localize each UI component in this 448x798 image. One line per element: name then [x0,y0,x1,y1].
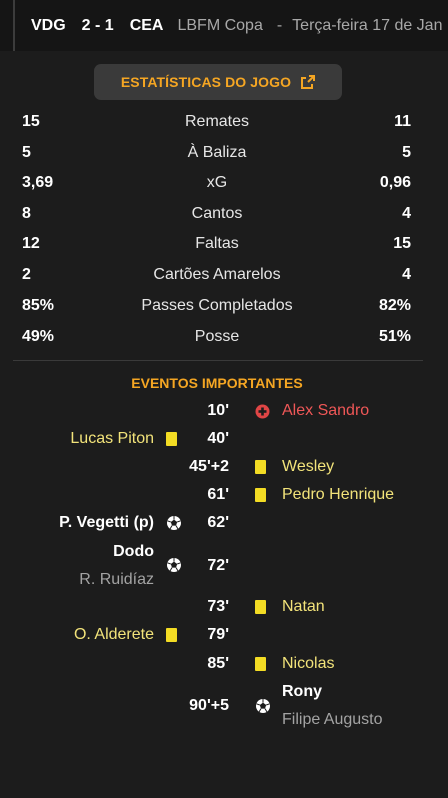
stat-row-possession: 49% Posse 51% [0,326,448,348]
event-player[interactable]: Alex Sandro [282,401,369,421]
event-player[interactable]: P. Vegetti (p) [59,513,154,533]
event-minute: 85' [207,655,229,672]
stat-away-value: 15 [393,235,411,252]
yellow-card-icon [166,432,177,446]
event-player[interactable]: Nicolas [282,654,334,674]
stat-row-on-target: 5 À Baliza 5 [0,142,448,164]
yellow-card-icon [255,657,266,671]
stat-away-value: 4 [402,205,411,222]
event-minute: 73' [207,598,229,615]
competition-name[interactable]: LBFM Copa [177,17,262,34]
event-player[interactable]: O. Alderete [74,625,154,645]
ball-icon [256,699,270,713]
header-separator: - [276,17,283,34]
event-player[interactable]: Lucas Piton [70,429,154,449]
stat-row-yellow-cards: 2 Cartões Amarelos 4 [0,264,448,286]
yellow-card-icon [255,600,266,614]
event-player[interactable]: Natan [282,597,325,617]
match-summary: VDG 2 - 1 CEA LBFM Copa - Terça-feira 17 de J… [31,16,442,36]
event-assist[interactable]: R. Ruidíaz [79,570,154,590]
stat-label: Cartões Amarelos [153,266,281,283]
stat-away-value: 11 [394,113,411,130]
yellow-card-icon [255,460,266,474]
stat-row-fouls: 12 Faltas 15 [0,233,448,255]
event-player[interactable]: Wesley [282,457,334,477]
stat-label: Remates [184,113,250,130]
yellow-card-icon [255,488,266,502]
stat-row-passes: 85% Passes Completados 82% [0,295,448,317]
yellow-card-icon [166,628,177,642]
match-score: 2 - 1 [81,17,114,34]
match-stats-button[interactable]: ESTATÍSTICAS DO JOGO [94,64,342,100]
event-player[interactable]: Dodo [113,542,154,562]
stat-label: Posse [194,328,240,345]
stat-away-value: 5 [402,144,411,161]
stat-row-xg: 3,69 xG 0,96 [0,172,448,194]
event-minute: 90'+5 [189,697,229,714]
match-stats-label: ESTATÍSTICAS DO JOGO [120,74,292,90]
stat-label: À Baliza [187,144,247,161]
event-minute: 72' [207,557,229,574]
events-title: EVENTOS IMPORTANTES [131,375,303,391]
stat-row-shots: 15 Remates 11 [0,111,448,133]
event-minute: 61' [207,486,229,503]
away-team[interactable]: CEA [130,17,164,34]
event-minute: 10' [207,402,229,419]
match-date: Terça-feira 17 de Jan [292,17,443,34]
event-minute: 40' [207,430,229,447]
event-player[interactable]: Pedro Henrique [282,485,394,505]
stat-label: xG [206,174,228,191]
stat-label: Faltas [195,235,239,252]
ball-icon [167,558,181,572]
stat-label: Cantos [191,205,243,222]
match-header: VDG 2 - 1 CEA LBFM Copa - Terça-feira 17 de J… [0,0,448,51]
event-minute: 79' [207,626,229,643]
external-link-icon [301,75,316,89]
stat-away-value: 0,96 [379,174,411,191]
stat-away-value: 4 [402,266,411,283]
event-minute: 45'+2 [189,458,229,475]
stat-label: Passes Completados [141,297,293,314]
event-minute: 62' [207,514,229,531]
stat-away-value: 82% [378,297,411,314]
header-divider [13,0,15,51]
event-assist[interactable]: Filipe Augusto [282,710,383,730]
stat-row-corners: 8 Cantos 4 [0,203,448,225]
section-divider [13,360,423,361]
home-team[interactable]: VDG [31,17,66,34]
stat-away-value: 51% [378,328,411,345]
injury-cross-icon [255,404,270,419]
event-player[interactable]: Rony [282,682,322,702]
ball-icon [167,516,181,530]
